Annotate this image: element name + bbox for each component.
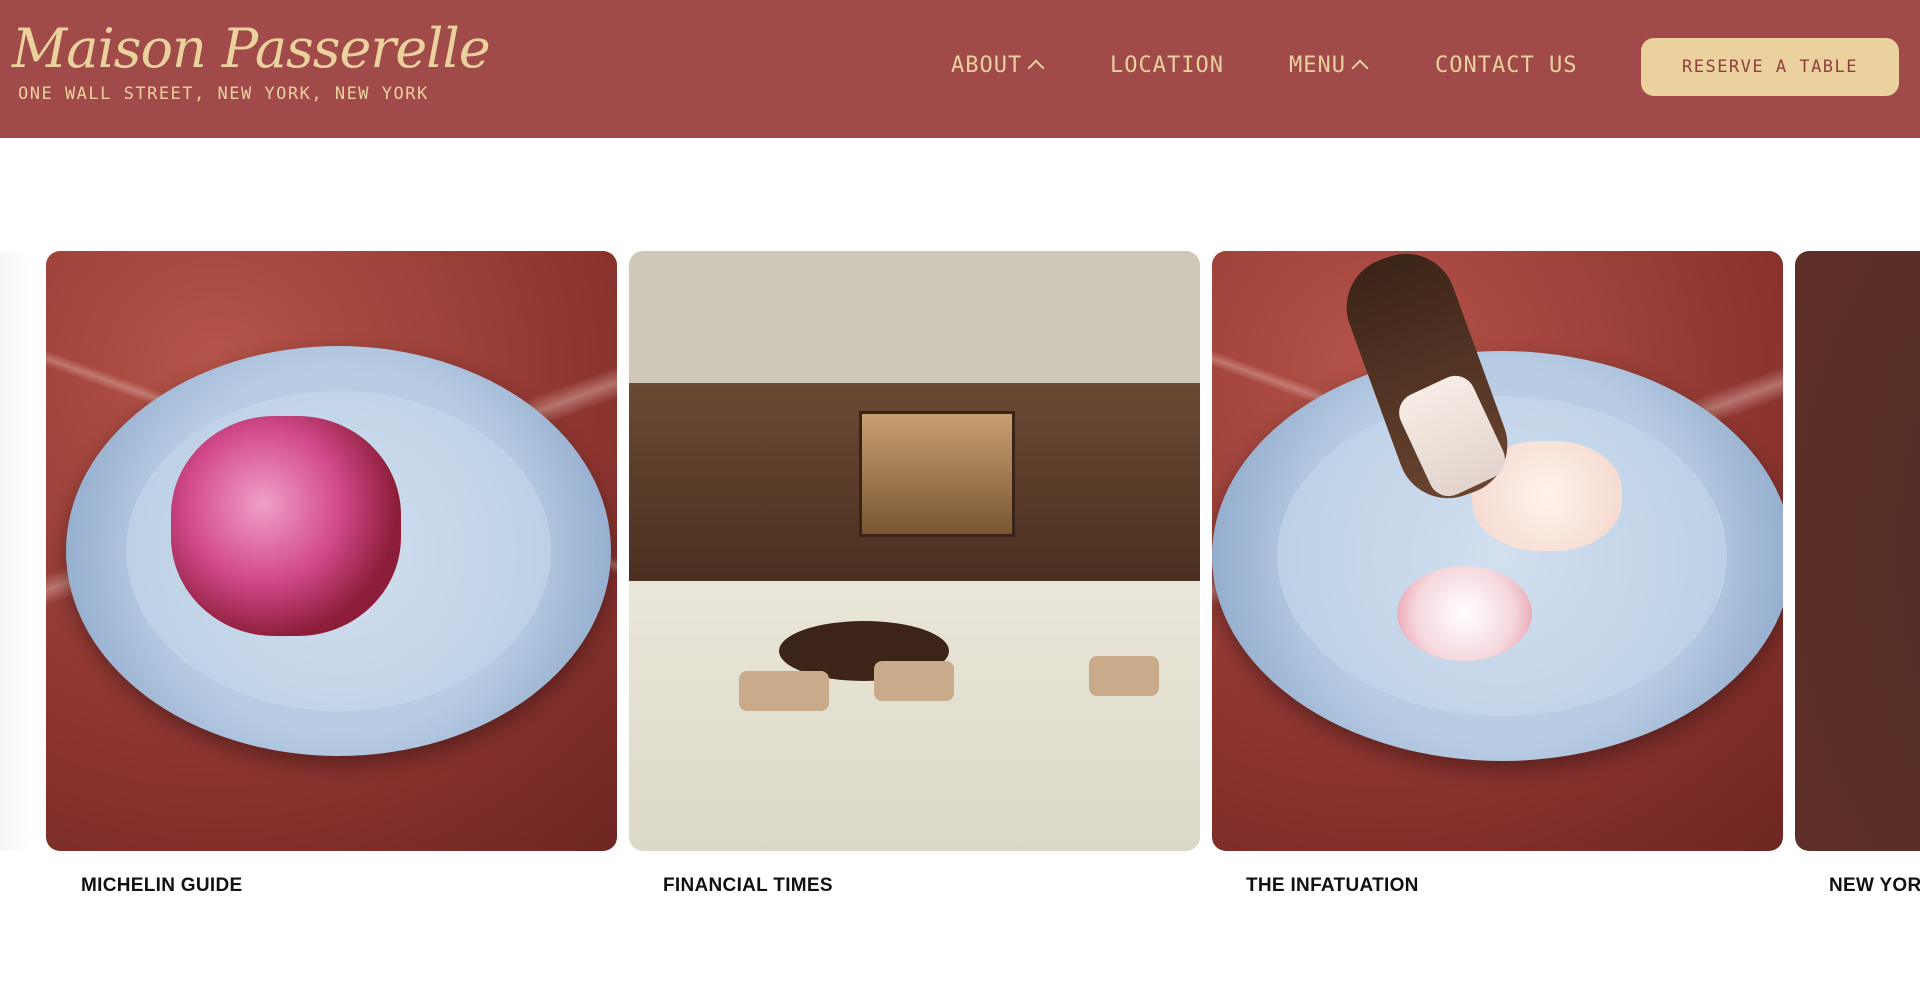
nav-menu[interactable]: MENU <box>1289 53 1369 78</box>
logo-name: Maison Passerelle <box>12 17 491 80</box>
chair-image <box>874 661 954 701</box>
chevron-up-icon <box>1351 59 1369 77</box>
carousel-caption: FINANCIAL TIMES <box>663 875 833 896</box>
carousel-caption: THE INFATUATION <box>1246 875 1419 896</box>
site-header: Maison Passerelle ONE WALL STREET, NEW Y… <box>0 0 1920 138</box>
press-carousel[interactable]: MICHELIN GUIDE FINANCIAL TIMES THE INFAT… <box>0 251 1920 901</box>
carousel-caption: MICHELIN GUIDE <box>81 875 243 896</box>
sauce-image <box>1397 566 1532 661</box>
nav-location[interactable]: LOCATION <box>1110 53 1224 78</box>
nav-contact-label: CONTACT US <box>1435 53 1578 78</box>
carousel-card-new-york[interactable] <box>1795 251 1920 851</box>
nav-about[interactable]: ABOUT <box>951 53 1045 78</box>
nav-about-label: ABOUT <box>951 53 1023 78</box>
logo-address: ONE WALL STREET, NEW YORK, NEW YORK <box>18 84 429 104</box>
carousel-card-michelin[interactable] <box>46 251 617 851</box>
bar-image <box>859 411 1015 537</box>
chair-image <box>1089 656 1159 696</box>
carousel-caption: NEW YORK <box>1829 875 1920 896</box>
reserve-table-button[interactable]: RESERVE A TABLE <box>1641 38 1899 96</box>
carousel-card-financial-times[interactable] <box>629 251 1200 851</box>
nav-menu-label: MENU <box>1289 53 1346 78</box>
chair-image <box>739 671 829 711</box>
nav-contact[interactable]: CONTACT US <box>1435 53 1577 78</box>
chevron-up-icon <box>1027 59 1045 77</box>
logo[interactable]: Maison Passerelle ONE WALL STREET, NEW Y… <box>12 17 491 105</box>
nav-location-label: LOCATION <box>1110 53 1224 78</box>
carousel-card-infatuation[interactable] <box>1212 251 1783 851</box>
dish-image <box>171 416 401 636</box>
carousel-card-partial-left[interactable] <box>0 251 33 851</box>
